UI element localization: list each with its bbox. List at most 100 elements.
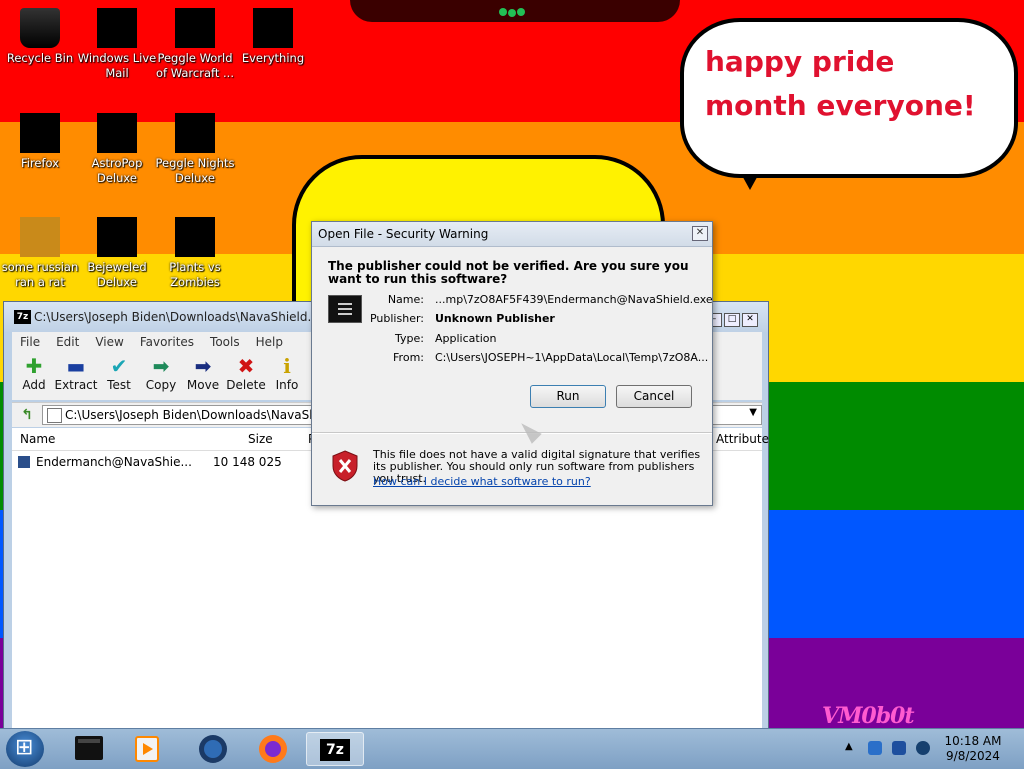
desktop-icon-label: Peggle Nights Deluxe xyxy=(155,156,235,185)
network-icon[interactable] xyxy=(868,741,882,755)
taskbar-app-7zip[interactable]: 7z xyxy=(306,732,364,766)
up-folder-icon[interactable]: ↰ xyxy=(18,406,36,424)
address-path: C:\Users\Joseph Biden\Downloads\NavaShie… xyxy=(65,408,339,422)
menu-favorites[interactable]: Favorites xyxy=(132,332,202,352)
watermark: VM0b0t xyxy=(822,703,915,729)
help-link[interactable]: How can I decide what software to run? xyxy=(373,475,591,488)
desktop-icon-bejeweled[interactable]: Bejeweled Deluxe xyxy=(77,217,157,290)
game-icon xyxy=(97,113,137,153)
dialog-title-bar[interactable]: Open File - Security Warning ✕ xyxy=(312,222,712,247)
column-attributes[interactable]: Attribute xyxy=(716,432,769,446)
desktop-icon-label: AstroPop Deluxe xyxy=(91,156,143,185)
mail-icon xyxy=(97,8,137,48)
desktop-icon-astropop[interactable]: AstroPop Deluxe xyxy=(77,113,157,186)
7zip-window-title: C:\Users\Joseph Biden\Downloads\NavaShie… xyxy=(34,310,333,324)
speech-bubble-text: happy pride month everyone! xyxy=(705,45,976,122)
name-label: Name: xyxy=(387,293,424,306)
desktop-icon-firefox[interactable]: Firefox xyxy=(0,113,80,171)
delete-label: Delete xyxy=(226,378,266,392)
menu-tools[interactable]: Tools xyxy=(202,332,248,352)
volume-icon[interactable] xyxy=(916,741,930,755)
globe-icon xyxy=(199,735,227,763)
desktop-icon-label: Windows Live Mail xyxy=(77,51,157,80)
column-name[interactable]: Name xyxy=(20,432,55,446)
info-icon: i xyxy=(283,354,291,378)
from-label: From: xyxy=(393,351,424,364)
menu-view[interactable]: View xyxy=(87,332,131,352)
start-button[interactable] xyxy=(6,731,44,767)
extract-label: Extract xyxy=(54,378,98,392)
clock[interactable]: 10:18 AM 9/8/2024 xyxy=(930,734,1016,764)
clock-date: 9/8/2024 xyxy=(946,749,1000,763)
column-size[interactable]: Size xyxy=(248,432,273,446)
publisher-value: Unknown Publisher xyxy=(435,312,555,325)
desktop-icon-label: Firefox xyxy=(20,156,60,170)
security-warning-dialog: Open File - Security Warning ✕ The publi… xyxy=(311,221,713,506)
dialog-divider xyxy=(312,432,712,434)
desktop-icon-windows-live-mail[interactable]: Windows Live Mail xyxy=(77,8,157,81)
desktop-icon-peggle-nights[interactable]: Peggle Nights Deluxe xyxy=(155,113,235,186)
shield-warning-icon xyxy=(332,450,358,482)
taskbar-app-media-player[interactable] xyxy=(122,732,172,766)
display-icon[interactable] xyxy=(892,741,906,755)
desktop-icon-peggle-wow[interactable]: Peggle World of Warcraft ... xyxy=(155,8,235,81)
close-icon[interactable]: ✕ xyxy=(742,313,758,327)
maximize-icon[interactable]: □ xyxy=(724,313,740,327)
desktop-icon-recycle-bin[interactable]: Recycle Bin xyxy=(0,8,80,66)
info-button[interactable]: i Info xyxy=(265,354,309,392)
desktop-icon-everything[interactable]: Everything xyxy=(233,8,313,66)
tray-expand-icon[interactable]: ▲ xyxy=(845,741,853,752)
taskbar-app-globe[interactable] xyxy=(188,732,238,766)
desktop-icon-label: Everything xyxy=(241,51,305,65)
file-name: Endermanch@NavaShie... xyxy=(36,455,192,469)
firefox-icon xyxy=(259,735,287,763)
desktop-icon-label: Bejeweled Deluxe xyxy=(87,260,147,289)
game-icon xyxy=(97,217,137,257)
taskbar-app-terminal[interactable] xyxy=(64,732,114,766)
add-button[interactable]: ✚ Add xyxy=(12,354,56,392)
copy-button[interactable]: ➡ Copy xyxy=(139,354,183,392)
info-label: Info xyxy=(275,378,299,392)
firefox-icon xyxy=(20,113,60,153)
wallpaper-green-dots xyxy=(497,6,527,17)
media-player-icon xyxy=(135,736,159,762)
move-button[interactable]: ➡ Move xyxy=(181,354,225,392)
name-value: ...mp\7zO8AF5F439\Endermanch@NavaShield.… xyxy=(435,293,713,306)
extract-button[interactable]: ▬ Extract xyxy=(54,354,98,392)
game-icon xyxy=(175,113,215,153)
desktop-icon-label: Peggle World of Warcraft ... xyxy=(156,51,234,80)
folder-icon xyxy=(47,408,62,423)
check-icon: ✔ xyxy=(110,354,128,378)
run-button[interactable]: Run xyxy=(530,385,606,408)
application-file-icon xyxy=(328,295,362,323)
recycle-bin-icon xyxy=(20,8,60,48)
copy-label: Copy xyxy=(145,378,177,392)
exe-file-icon xyxy=(18,456,30,468)
dialog-title: Open File - Security Warning xyxy=(318,227,489,241)
cancel-button[interactable]: Cancel xyxy=(616,385,692,408)
taskbar-app-firefox[interactable] xyxy=(248,732,298,766)
desktop-icon-label: Plants vs Zombies xyxy=(169,260,221,289)
type-label: Type: xyxy=(395,332,424,345)
chevron-down-icon[interactable]: ▼ xyxy=(749,407,757,418)
desktop-icon-russian-rat[interactable]: some russian ran a rat xyxy=(0,217,80,290)
dialog-question: The publisher could not be verified. Are… xyxy=(328,259,689,286)
delete-x-icon: ✖ xyxy=(237,354,255,378)
menu-help[interactable]: Help xyxy=(248,332,291,352)
type-value: Application xyxy=(435,332,497,345)
terminal-icon xyxy=(75,736,103,760)
taskbar: 7z ▲ 10:18 AM 9/8/2024 xyxy=(0,728,1024,769)
7zip-icon: 7z xyxy=(320,739,350,761)
7zip-icon: 7z xyxy=(14,310,31,324)
delete-button[interactable]: ✖ Delete xyxy=(224,354,268,392)
test-button[interactable]: ✔ Test xyxy=(97,354,141,392)
add-label: Add xyxy=(22,378,46,392)
move-arrow-icon: ➡ xyxy=(194,354,212,378)
app-icon xyxy=(20,217,60,257)
menu-file[interactable]: File xyxy=(12,332,48,352)
move-label: Move xyxy=(186,378,220,392)
clock-time: 10:18 AM xyxy=(944,734,1002,748)
desktop-icon-plants-vs-zombies[interactable]: Plants vs Zombies xyxy=(155,217,235,290)
menu-edit[interactable]: Edit xyxy=(48,332,87,352)
close-icon[interactable]: ✕ xyxy=(692,226,708,241)
